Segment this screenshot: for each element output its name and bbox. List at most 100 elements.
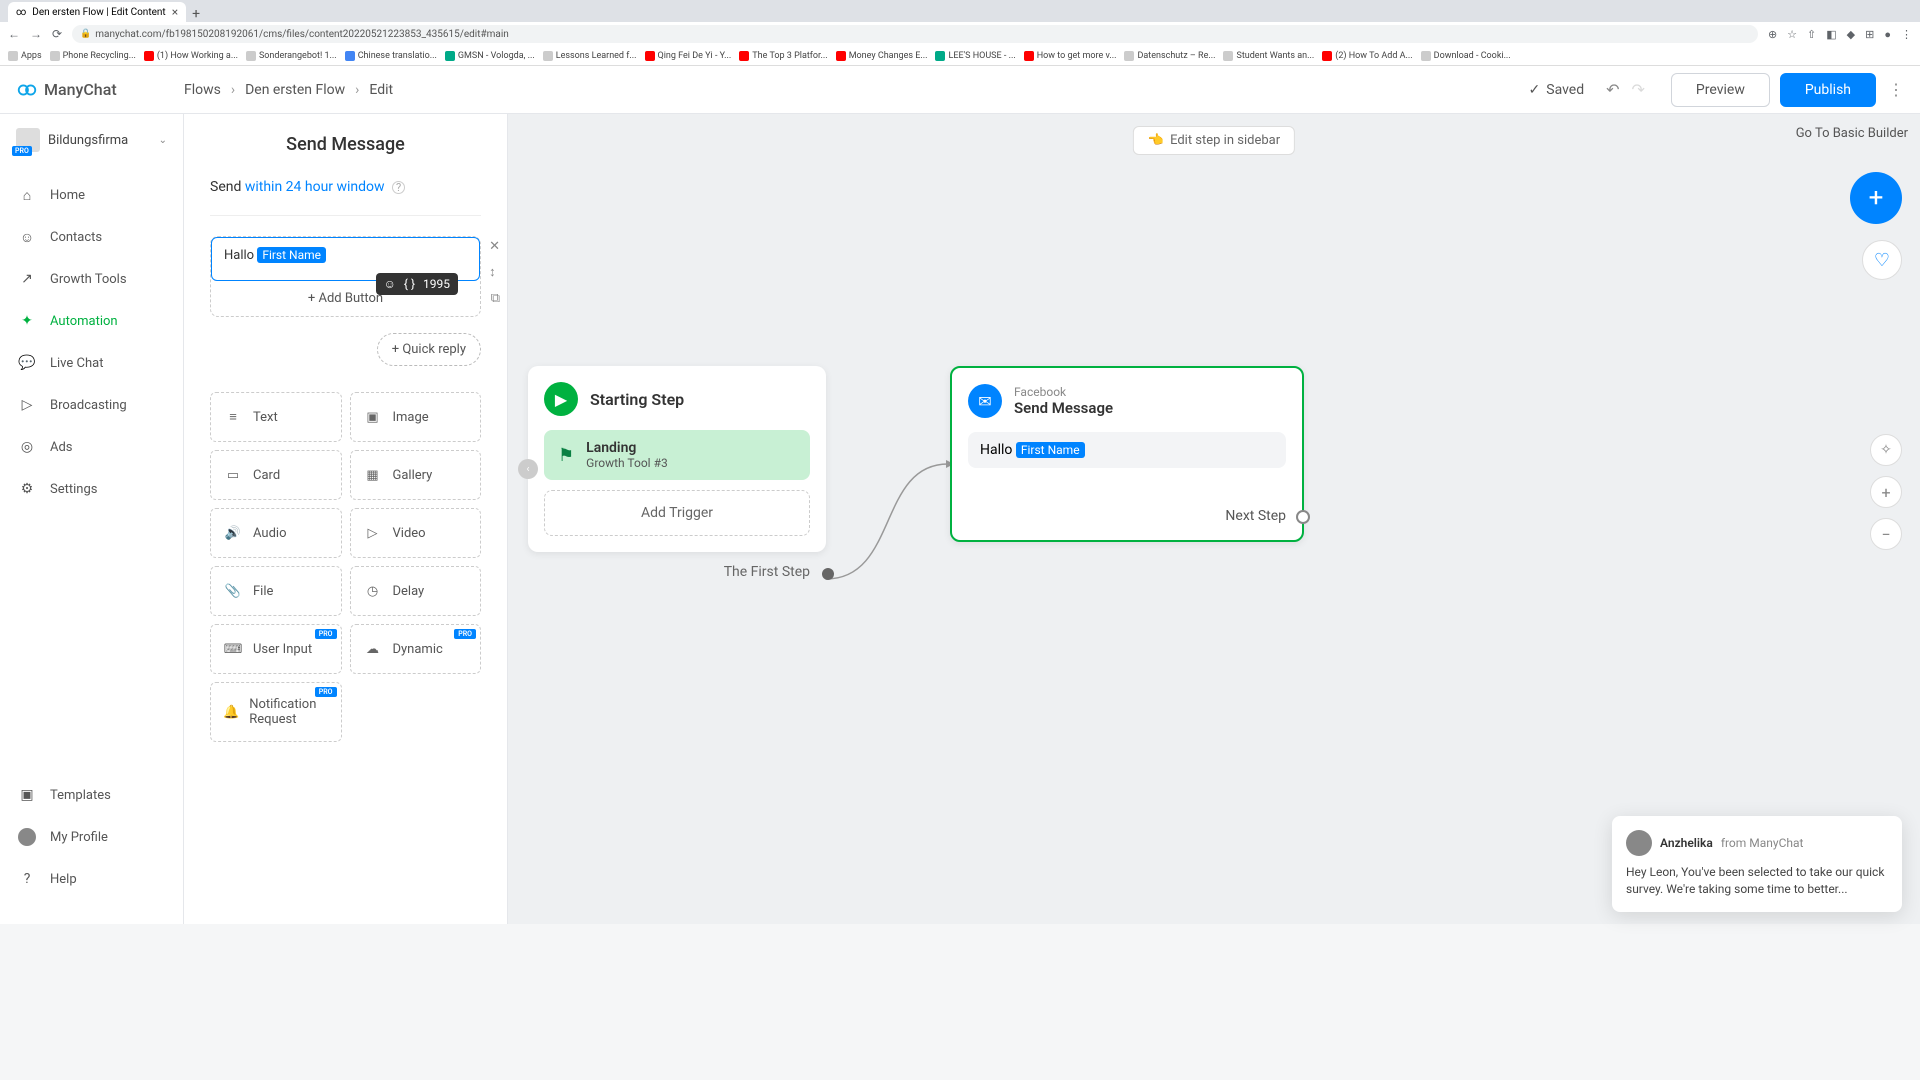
bookmark-item[interactable]: (2) How To Add A... (1322, 51, 1412, 61)
content-type-image[interactable]: ▣Image (350, 392, 482, 442)
back-button[interactable]: ← (8, 27, 20, 41)
duplicate-icon[interactable]: ⧉ (491, 291, 500, 306)
more-menu-icon[interactable]: ⋮ (1888, 80, 1904, 99)
zoom-out-button[interactable]: − (1870, 518, 1902, 550)
content-type-gallery[interactable]: ▦Gallery (350, 450, 482, 500)
url-bar[interactable]: 🔒 manychat.com/fb198150208192061/cms/fil… (72, 25, 1758, 43)
sidebar-item-help[interactable]: ?Help (0, 858, 183, 900)
edit-sidebar-hint[interactable]: 👈 Edit step in sidebar (1133, 126, 1295, 155)
add-trigger-button[interactable]: Add Trigger (544, 490, 810, 536)
sidebar-item-home[interactable]: ⌂Home (0, 174, 183, 216)
broadcast-icon: ▷ (18, 396, 36, 414)
forward-button[interactable]: → (30, 27, 42, 41)
zoom-in-button[interactable]: + (1870, 476, 1902, 508)
sidebar-item-broadcasting[interactable]: ▷Broadcasting (0, 384, 183, 426)
bookmark-item[interactable]: The Top 3 Platfor... (739, 51, 827, 61)
connection-port[interactable] (822, 568, 834, 580)
image-icon: ▣ (363, 407, 383, 427)
chevron-right-icon: › (231, 82, 235, 98)
content-type-notification[interactable]: PRO🔔Notification Request (210, 682, 342, 742)
next-step-port[interactable]: Next Step (968, 508, 1286, 524)
browser-tab[interactable]: ∞ Den ersten Flow | Edit Content × (8, 2, 186, 22)
goto-basic-builder[interactable]: Go To Basic Builder (1796, 126, 1908, 141)
bookmark-item[interactable]: Apps (8, 51, 42, 61)
sidebar-item-profile[interactable]: My Profile (0, 816, 183, 858)
sidebar: PRO Bildungsfirma ⌄ ⌂Home ☺Contacts ↗Gro… (0, 114, 184, 924)
reload-button[interactable]: ⟳ (52, 27, 62, 41)
emoji-icon[interactable]: ☺ (384, 277, 396, 291)
bookmark-item[interactable]: Lessons Learned f... (543, 51, 637, 61)
connection-port[interactable] (1296, 510, 1310, 524)
variable-icon[interactable]: { } (404, 277, 415, 291)
bookmark-item[interactable]: (1) How Working a... (144, 51, 238, 61)
ext-icon[interactable]: ◧ (1826, 28, 1836, 41)
workspace-selector[interactable]: PRO Bildungsfirma ⌄ (0, 114, 183, 166)
content-type-video[interactable]: ▷Video (350, 508, 482, 558)
info-icon[interactable]: ? (392, 181, 405, 194)
bookmark-item[interactable]: Student Wants an... (1223, 51, 1314, 61)
bookmark-item[interactable]: How to get more v... (1024, 51, 1117, 61)
menu-icon[interactable]: ⋮ (1901, 28, 1912, 41)
quick-reply-button[interactable]: + Quick reply (377, 333, 481, 366)
bookmark-item[interactable]: Qing Fei De Yi - Y... (645, 51, 732, 61)
bookmark-item[interactable]: Money Changes E... (836, 51, 928, 61)
ext2-icon[interactable]: ◆ (1847, 28, 1855, 41)
message-preview: Hallo First Name (968, 432, 1286, 468)
content-type-card[interactable]: ▭Card (210, 450, 342, 500)
close-icon[interactable]: ✕ (489, 239, 500, 254)
panel-title: Send Message (210, 134, 481, 155)
bookmark-item[interactable]: Phone Recycling... (50, 51, 136, 61)
breadcrumb-item[interactable]: Flows (184, 82, 221, 98)
sidebar-item-settings[interactable]: ⚙Settings (0, 468, 183, 510)
sidebar-item-ads[interactable]: ◎Ads (0, 426, 183, 468)
breadcrumb-item[interactable]: Edit (369, 82, 393, 98)
favorite-fab[interactable]: ♡ (1862, 240, 1902, 280)
profile-icon[interactable]: ● (1884, 28, 1891, 41)
close-icon[interactable]: × (172, 5, 178, 19)
bookmark-item[interactable]: GMSN - Vologda, ... (445, 51, 535, 61)
add-button-link[interactable]: ☺ { } 1995 ⧉ + Add Button (211, 281, 480, 316)
content-type-userinput[interactable]: PRO⌨User Input (210, 624, 342, 674)
sidebar-item-automation[interactable]: ✦Automation (0, 300, 183, 342)
star-icon[interactable]: ☆ (1787, 28, 1797, 41)
collapse-toggle[interactable]: ‹ (518, 459, 538, 479)
translate-icon[interactable]: ⊕ (1768, 28, 1777, 41)
sidebar-item-growth[interactable]: ↗Growth Tools (0, 258, 183, 300)
drag-handle-icon[interactable]: ↕ (489, 264, 500, 280)
timing-link[interactable]: within 24 hour window (245, 179, 385, 195)
new-tab-button[interactable]: + (192, 6, 200, 22)
content-type-file[interactable]: 📎File (210, 566, 342, 616)
puzzle-icon[interactable]: ⊞ (1865, 28, 1874, 41)
bookmark-item[interactable]: Download - Cooki... (1421, 51, 1511, 61)
chevron-down-icon: ⌄ (159, 135, 167, 146)
help-icon: ? (18, 870, 36, 888)
bookmark-item[interactable]: Sonderangebot! 1... (246, 51, 337, 61)
content-type-delay[interactable]: ◷Delay (350, 566, 482, 616)
landing-trigger[interactable]: ⚑ Landing Growth Tool #3 (544, 430, 810, 480)
content-type-dynamic[interactable]: PRO☁Dynamic (350, 624, 482, 674)
starting-step-node[interactable]: ‹ ▶ Starting Step ⚑ Landing Growth Tool … (528, 366, 826, 552)
flow-canvas[interactable]: 👈 Edit step in sidebar Go To Basic Build… (508, 114, 1920, 924)
add-step-fab[interactable]: + (1850, 172, 1902, 224)
sidebar-item-templates[interactable]: ▣Templates (0, 774, 183, 816)
support-chat-widget[interactable]: Anzhelika from ManyChat Hey Leon, You've… (1612, 816, 1902, 912)
sidebar-item-contacts[interactable]: ☺Contacts (0, 216, 183, 258)
send-message-node[interactable]: ✉ Facebook Send Message Hallo First Name… (950, 366, 1304, 542)
contacts-icon: ☺ (18, 228, 36, 246)
breadcrumb-item[interactable]: Den ersten Flow (245, 82, 345, 98)
undo-button[interactable]: ↶ (1606, 80, 1619, 99)
autoalign-button[interactable]: ✧ (1870, 434, 1902, 466)
bookmark-item[interactable]: Chinese translatio... (345, 51, 437, 61)
share-icon[interactable]: ⇧ (1807, 28, 1816, 41)
avatar-icon (18, 828, 36, 846)
bookmark-item[interactable]: Datenschutz – Re... (1124, 51, 1215, 61)
content-type-audio[interactable]: 🔊Audio (210, 508, 342, 558)
lock-icon: 🔒 (80, 29, 91, 39)
preview-button[interactable]: Preview (1671, 73, 1770, 107)
sidebar-item-livechat[interactable]: 💬Live Chat (0, 342, 183, 384)
variable-chip[interactable]: First Name (257, 247, 326, 263)
content-type-text[interactable]: ≡Text (210, 392, 342, 442)
logo[interactable]: ManyChat (16, 79, 184, 101)
bookmark-item[interactable]: LEE'S HOUSE - ... (935, 51, 1015, 61)
publish-button[interactable]: Publish (1780, 73, 1876, 107)
